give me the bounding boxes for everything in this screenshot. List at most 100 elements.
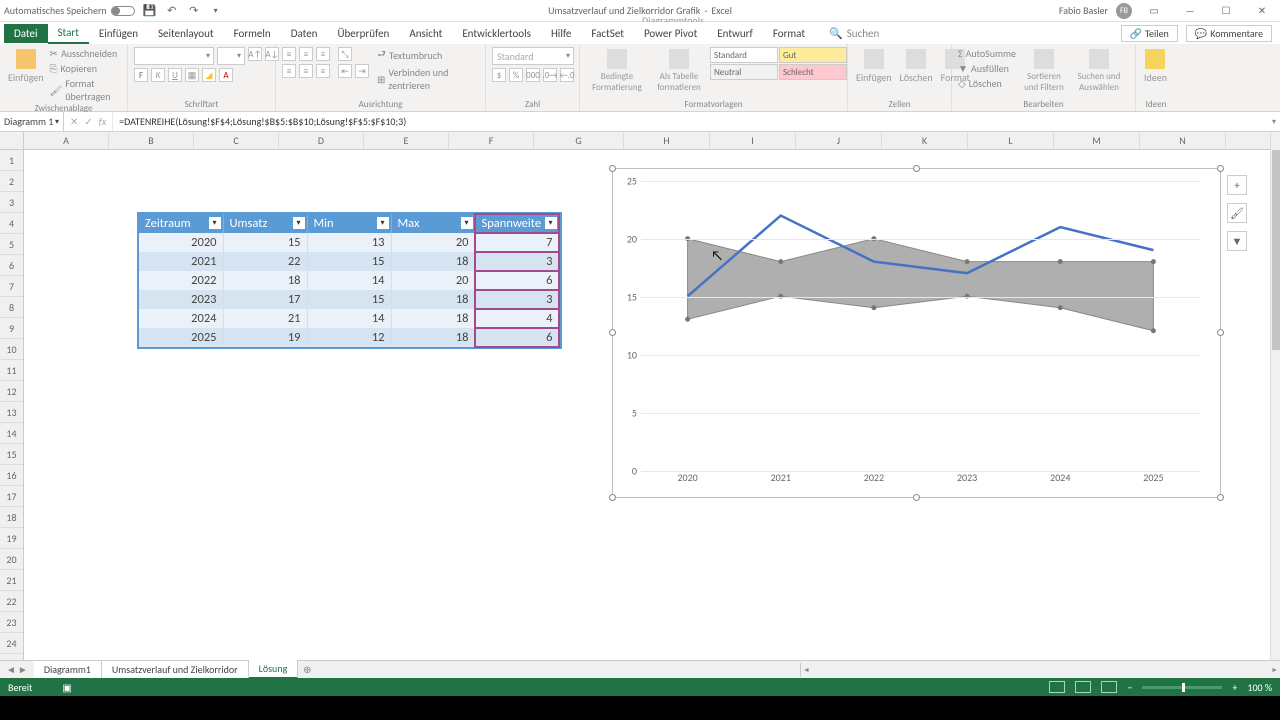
table-cell[interactable]: 19 <box>223 328 307 347</box>
conditional-formatting-button[interactable]: Bedingte Formatierung <box>586 47 648 95</box>
font-color-icon[interactable]: A <box>219 68 233 82</box>
sheet-nav[interactable]: ◄► <box>0 663 34 676</box>
format-as-table-button[interactable]: Als Tabelle formatieren <box>652 47 706 95</box>
column-header[interactable]: I <box>710 132 796 149</box>
spreadsheet-grid[interactable]: 123456789101112131415161718192021222324 … <box>0 132 1280 660</box>
macro-record-icon[interactable]: ▣ <box>62 681 71 694</box>
align-top-icon[interactable]: ≡ <box>282 47 296 61</box>
table-header[interactable]: Spannweite▾ <box>475 214 559 233</box>
row-header[interactable]: 3 <box>0 192 23 213</box>
qat-dropdown-icon[interactable]: ▾ <box>209 4 223 18</box>
table-cell[interactable]: 12 <box>307 328 391 347</box>
italic-icon[interactable]: K <box>151 68 165 82</box>
ribbon-options-icon[interactable]: ▭ <box>1140 2 1168 20</box>
row-header[interactable]: 10 <box>0 339 23 360</box>
zoom-slider[interactable] <box>1142 686 1222 689</box>
sort-filter-button[interactable]: Sortieren und Filtern <box>1020 47 1068 95</box>
increase-decimal-icon[interactable]: .0→ <box>543 68 557 82</box>
table-cell[interactable]: 3 <box>475 290 559 309</box>
font-size-dropdown[interactable] <box>217 47 245 65</box>
align-left-icon[interactable]: ≡ <box>282 64 296 78</box>
table-header[interactable]: Max▾ <box>391 214 475 233</box>
comments-button[interactable]: 💬 Kommentare <box>1186 25 1272 42</box>
percent-icon[interactable]: % <box>509 68 523 82</box>
chart-styles-icon[interactable]: 🖌 <box>1227 203 1247 223</box>
chart-elements-icon[interactable]: + <box>1227 175 1247 195</box>
undo-icon[interactable]: ↶ <box>165 4 179 18</box>
column-header[interactable]: J <box>796 132 882 149</box>
table-cell[interactable]: 18 <box>391 328 475 347</box>
table-cell[interactable]: 18 <box>391 252 475 271</box>
table-cell[interactable]: 2023 <box>139 290 223 309</box>
cancel-formula-icon[interactable]: ✕ <box>70 115 78 128</box>
column-header[interactable]: D <box>279 132 364 149</box>
minimize-icon[interactable]: — <box>1176 2 1204 20</box>
column-header[interactable]: C <box>194 132 279 149</box>
chart-plot-area[interactable]: 0510152025 202020212022202320242025 <box>641 181 1200 469</box>
table-cell[interactable]: 7 <box>475 233 559 252</box>
row-header[interactable]: 6 <box>0 255 23 276</box>
table-cell[interactable]: 18 <box>391 309 475 328</box>
table-cell[interactable]: 15 <box>307 290 391 309</box>
tab-review[interactable]: Überprüfen <box>327 24 399 43</box>
cut-button[interactable]: ✂ Ausschneiden <box>50 47 121 60</box>
decrease-decimal-icon[interactable]: ←.0 <box>560 68 574 82</box>
row-header[interactable]: 4 <box>0 213 23 234</box>
border-icon[interactable]: ▦ <box>185 68 199 82</box>
share-button[interactable]: 🔗 Teilen <box>1121 25 1178 42</box>
row-header[interactable]: 15 <box>0 444 23 465</box>
row-header[interactable]: 21 <box>0 570 23 591</box>
table-cell[interactable]: 13 <box>307 233 391 252</box>
vertical-scrollbar[interactable] <box>1270 132 1280 660</box>
align-bottom-icon[interactable]: ≡ <box>316 47 330 61</box>
align-right-icon[interactable]: ≡ <box>316 64 330 78</box>
ideas-button[interactable]: Ideen <box>1142 47 1169 86</box>
tab-file[interactable]: Datei <box>4 24 48 43</box>
insert-cells-button[interactable]: Einfügen <box>854 47 894 86</box>
table-cell[interactable]: 14 <box>307 271 391 290</box>
expand-formula-icon[interactable]: ▾ <box>1268 117 1280 127</box>
autosave-toggle[interactable]: Automatisches Speichern <box>4 4 135 17</box>
delete-cells-button[interactable]: Löschen <box>898 47 935 86</box>
format-painter-button[interactable]: 🖌 Format übertragen <box>50 77 121 103</box>
table-cell[interactable]: 17 <box>223 290 307 309</box>
table-header[interactable]: Min▾ <box>307 214 391 233</box>
row-header[interactable]: 24 <box>0 633 23 654</box>
table-cell[interactable]: 21 <box>223 309 307 328</box>
table-cell[interactable]: 2022 <box>139 271 223 290</box>
autosum-button[interactable]: Σ AutoSumme <box>958 47 1016 60</box>
column-header[interactable]: F <box>449 132 534 149</box>
chart-object[interactable]: + 🖌 ▼ 0510152025 20202021202220232024202… <box>612 168 1221 498</box>
row-header[interactable]: 19 <box>0 528 23 549</box>
row-header[interactable]: 17 <box>0 486 23 507</box>
column-header[interactable]: G <box>534 132 624 149</box>
clear-button[interactable]: ◇ Löschen <box>958 77 1016 90</box>
align-middle-icon[interactable]: ≡ <box>299 47 313 61</box>
tab-help[interactable]: Hilfe <box>541 24 581 43</box>
table-cell[interactable]: 15 <box>307 252 391 271</box>
formula-input[interactable]: =DATENREIHE(Lösung!$F$4;Lösung!$B$5:$B$1… <box>113 115 1268 128</box>
maximize-icon[interactable]: ☐ <box>1212 2 1240 20</box>
chart-filter-icon[interactable]: ▼ <box>1227 231 1247 251</box>
tab-developer[interactable]: Entwicklertools <box>452 24 541 43</box>
column-header[interactable]: H <box>624 132 710 149</box>
table-cell[interactable]: 2021 <box>139 252 223 271</box>
copy-button[interactable]: ⎘ Kopieren <box>50 62 121 75</box>
table-cell[interactable]: 15 <box>223 233 307 252</box>
indent-increase-icon[interactable]: ⇥ <box>355 64 369 78</box>
column-header[interactable]: M <box>1054 132 1140 149</box>
row-header[interactable]: 2 <box>0 171 23 192</box>
indent-decrease-icon[interactable]: ⇤ <box>338 64 352 78</box>
table-cell[interactable]: 2025 <box>139 328 223 347</box>
row-header[interactable]: 23 <box>0 612 23 633</box>
column-header[interactable]: N <box>1140 132 1226 149</box>
table-cell[interactable]: 2020 <box>139 233 223 252</box>
avatar[interactable]: FB <box>1116 3 1132 19</box>
table-cell[interactable]: 18 <box>223 271 307 290</box>
horizontal-scrollbar[interactable] <box>800 663 1280 677</box>
column-header[interactable]: B <box>109 132 194 149</box>
sheet-tab-diagramm1[interactable]: Diagramm1 <box>34 661 102 678</box>
close-icon[interactable]: ✕ <box>1248 2 1276 20</box>
column-header[interactable]: E <box>364 132 449 149</box>
column-header[interactable]: A <box>24 132 109 149</box>
